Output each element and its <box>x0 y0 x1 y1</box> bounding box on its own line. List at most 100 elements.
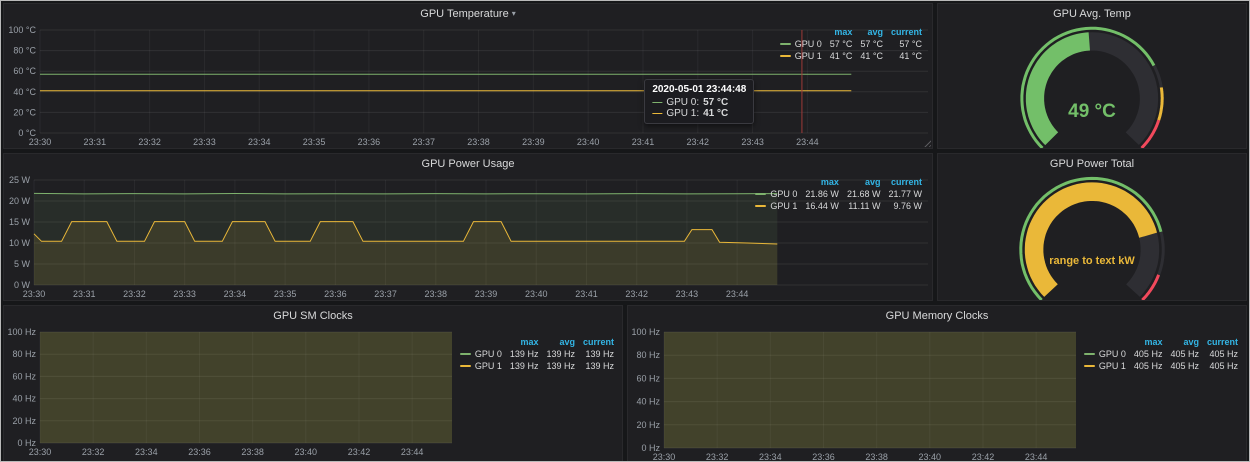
legend-series-row[interactable]: GPU 116.44 W11.11 W9.76 W <box>751 200 926 212</box>
legend-series-row[interactable]: GPU 021.86 W21.68 W21.77 W <box>751 188 926 200</box>
panel-gpu-avg-temp: GPU Avg. Temp 49 °C <box>937 3 1247 149</box>
series-color-icon <box>1084 353 1095 355</box>
panel-title-text: GPU Temperature <box>420 8 508 20</box>
svg-text:40 Hz: 40 Hz <box>12 394 36 404</box>
dashboard-row-3: GPU SM Clocks 23:30 23:32 23:34 23:36 23:38 2… <box>3 305 1247 462</box>
tooltip-series-label: GPU 0: <box>666 97 699 108</box>
svg-text:10 W: 10 W <box>9 238 31 248</box>
svg-text:23:36: 23:36 <box>324 289 347 299</box>
tooltip-row: — GPU 0: 57 °C <box>652 97 746 108</box>
svg-text:80 Hz: 80 Hz <box>636 350 660 360</box>
svg-text:23:38: 23:38 <box>467 137 490 147</box>
svg-text:23:36: 23:36 <box>188 447 211 457</box>
svg-text:23:33: 23:33 <box>173 289 196 299</box>
svg-text:23:33: 23:33 <box>193 137 216 147</box>
svg-text:23:44: 23:44 <box>796 137 819 147</box>
panel-gpu-power-total: GPU Power Total range to text kW <box>937 153 1247 301</box>
series-color-icon <box>1084 365 1095 367</box>
svg-text:80 Hz: 80 Hz <box>12 349 36 359</box>
svg-text:23:40: 23:40 <box>577 137 600 147</box>
panel-title-text: GPU Memory Clocks <box>886 310 989 322</box>
legend-series-row[interactable]: GPU 0139 Hz139 Hz139 Hz <box>456 348 618 360</box>
svg-text:100 °C: 100 °C <box>8 25 36 35</box>
svg-text:23:43: 23:43 <box>676 289 699 299</box>
dashboard-row-2: GPU Power Usage 23:3023:3123:3223:3323:3… <box>3 153 1247 301</box>
dashboard-row-1: GPU Temperature ▾ 23:3023:3123:3223:3323… <box>3 3 1247 149</box>
svg-text:80 °C: 80 °C <box>13 46 36 56</box>
legend-series-row[interactable]: GPU 1405 Hz405 Hz405 Hz <box>1080 360 1242 372</box>
gpu-temperature-chart[interactable]: 23:3023:3123:3223:3323:3423:3523:3623:37… <box>4 24 932 148</box>
svg-text:23:40: 23:40 <box>919 452 942 462</box>
gauge-value-text: range to text kW <box>938 255 1246 267</box>
panel-gpu-memory-clocks: GPU Memory Clocks 23:3023:3223:3423:3623… <box>627 305 1247 462</box>
grafana-dashboard: GPU Temperature ▾ 23:3023:3123:3223:3323… <box>0 0 1250 462</box>
chevron-down-icon: ▾ <box>512 10 516 18</box>
legend-series-row[interactable]: GPU 057 °C57 °C57 °C <box>776 38 926 50</box>
svg-text:100 Hz: 100 Hz <box>7 327 36 337</box>
series-color-icon <box>780 55 791 57</box>
panel-title-gpu-power-total[interactable]: GPU Power Total <box>938 154 1246 174</box>
panel-title-gpu-power-usage[interactable]: GPU Power Usage <box>4 154 932 174</box>
legend-series-row[interactable]: GPU 1139 Hz139 Hz139 Hz <box>456 360 618 372</box>
legend-series-row[interactable]: GPU 141 °C41 °C41 °C <box>776 50 926 62</box>
panel-title-text: GPU Power Total <box>1050 158 1134 170</box>
svg-text:23:34: 23:34 <box>135 447 158 457</box>
panel-title-gpu-avg-temp[interactable]: GPU Avg. Temp <box>938 4 1246 24</box>
svg-text:40 Hz: 40 Hz <box>636 397 660 407</box>
svg-text:0 Hz: 0 Hz <box>17 438 36 448</box>
svg-text:20 W: 20 W <box>9 196 31 206</box>
gpu-sm-clocks-legend: maxavgcurrentGPU 0139 Hz139 Hz139 HzGPU … <box>456 326 622 462</box>
svg-text:23:38: 23:38 <box>241 447 264 457</box>
svg-text:20 °C: 20 °C <box>13 107 36 117</box>
svg-text:15 W: 15 W <box>9 217 31 227</box>
svg-text:23:43: 23:43 <box>741 137 764 147</box>
gpu-sm-clocks-chart[interactable]: 23:3023:3223:3423:3623:3823:4023:4223:44… <box>4 326 456 462</box>
svg-text:23:44: 23:44 <box>1025 452 1048 462</box>
svg-text:23:42: 23:42 <box>972 452 995 462</box>
series-color-icon <box>460 353 471 355</box>
series-color-icon <box>460 365 471 367</box>
panel-gpu-power-usage: GPU Power Usage 23:3023:3123:3223:3323:3… <box>3 153 933 301</box>
svg-text:60 °C: 60 °C <box>13 66 36 76</box>
svg-text:23:35: 23:35 <box>303 137 326 147</box>
svg-text:23:37: 23:37 <box>374 289 397 299</box>
svg-text:23:41: 23:41 <box>632 137 655 147</box>
panel-title-gpu-memory-clocks[interactable]: GPU Memory Clocks <box>628 306 1246 326</box>
svg-text:23:30: 23:30 <box>653 452 676 462</box>
svg-text:23:34: 23:34 <box>224 289 247 299</box>
chart-tooltip: 2020-05-01 23:44:48 — GPU 0: 57 °C — GPU… <box>644 79 754 124</box>
panel-title-text: GPU Avg. Temp <box>1053 8 1131 20</box>
svg-text:23:44: 23:44 <box>726 289 749 299</box>
svg-text:23:30: 23:30 <box>29 447 52 457</box>
svg-text:23:39: 23:39 <box>522 137 545 147</box>
gpu-power-usage-legend: maxavgcurrentGPU 021.86 W21.68 W21.77 WG… <box>751 176 926 212</box>
gpu-avg-temp-gauge: 49 °C <box>938 24 1246 148</box>
gpu-power-usage-chart[interactable]: 23:3023:3123:3223:3323:3423:3523:3623:37… <box>4 174 932 300</box>
svg-text:23:42: 23:42 <box>687 137 710 147</box>
svg-text:23:42: 23:42 <box>625 289 648 299</box>
tooltip-timestamp: 2020-05-01 23:44:48 <box>652 84 746 95</box>
tooltip-series-value: 57 °C <box>703 97 728 108</box>
svg-text:23:35: 23:35 <box>274 289 297 299</box>
series-color-icon <box>755 205 766 207</box>
svg-text:23:30: 23:30 <box>29 137 52 147</box>
svg-text:60 Hz: 60 Hz <box>12 371 36 381</box>
svg-text:0 W: 0 W <box>14 280 31 290</box>
svg-text:23:34: 23:34 <box>248 137 271 147</box>
svg-text:60 Hz: 60 Hz <box>636 373 660 383</box>
svg-text:23:40: 23:40 <box>295 447 318 457</box>
svg-text:23:32: 23:32 <box>138 137 161 147</box>
gpu-temperature-legend: maxavgcurrentGPU 057 °C57 °C57 °CGPU 141… <box>776 26 926 62</box>
gauge-value-text: 49 °C <box>938 101 1246 123</box>
panel-title-gpu-sm-clocks[interactable]: GPU SM Clocks <box>4 306 622 326</box>
svg-text:23:38: 23:38 <box>865 452 888 462</box>
panel-title-gpu-temperature[interactable]: GPU Temperature ▾ <box>4 4 932 24</box>
panel-title-text: GPU Power Usage <box>422 158 515 170</box>
svg-text:0 °C: 0 °C <box>18 128 36 138</box>
gpu-memory-clocks-chart[interactable]: 23:3023:3223:3423:3623:3823:4023:4223:44… <box>628 326 1080 462</box>
svg-text:25 W: 25 W <box>9 175 31 185</box>
svg-text:23:32: 23:32 <box>82 447 105 457</box>
panel-gpu-sm-clocks: GPU SM Clocks 23:30 23:32 23:34 23:36 23:38 2… <box>3 305 623 462</box>
legend-series-row[interactable]: GPU 0405 Hz405 Hz405 Hz <box>1080 348 1242 360</box>
gpu-power-total-gauge: range to text kW <box>938 174 1246 300</box>
